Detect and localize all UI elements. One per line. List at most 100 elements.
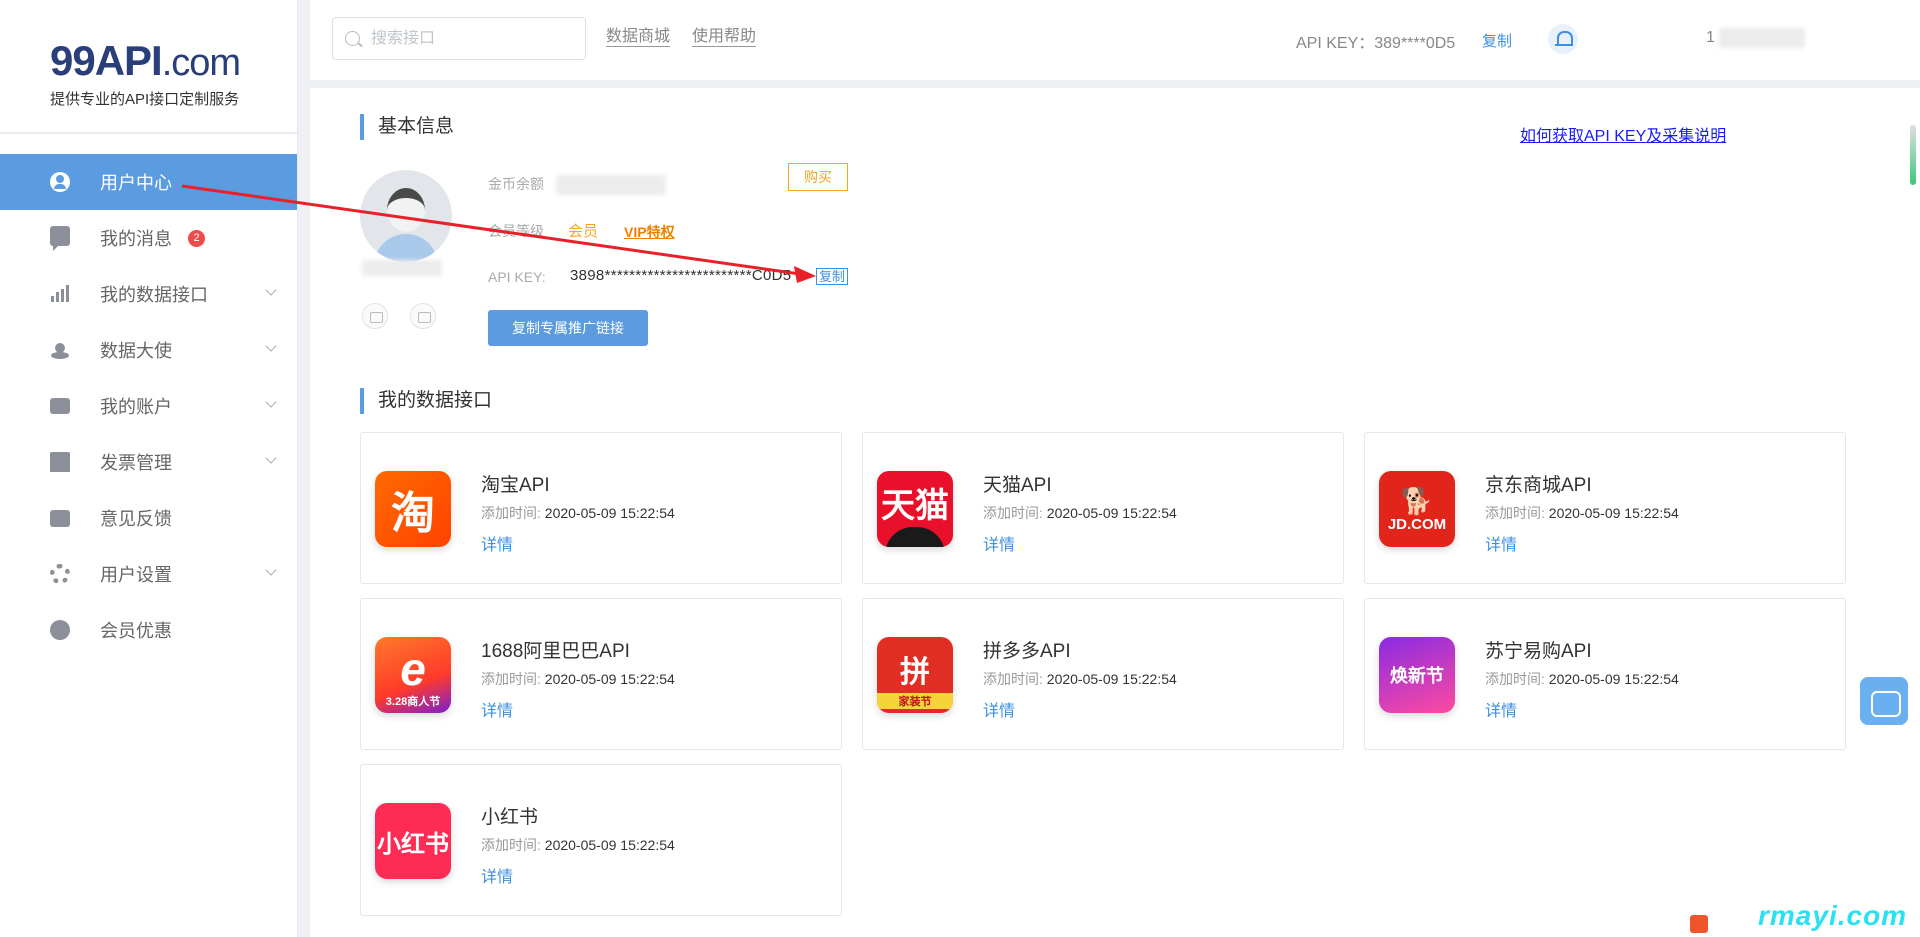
api-name: 拼多多API xyxy=(983,641,1071,662)
sidebar-item-label: 我的消息 xyxy=(100,229,172,249)
sidebar-item-invoice[interactable]: 发票管理 xyxy=(0,434,297,490)
people-icon xyxy=(50,340,70,360)
sidebar-item-label: 我的数据接口 xyxy=(100,285,208,305)
sidebar-item-label: 数据大使 xyxy=(100,341,172,361)
api-detail-link[interactable]: 详情 xyxy=(983,531,1015,555)
sidebar-item-label: 意见反馈 xyxy=(100,509,172,529)
section-title-basic-info: 基本信息 xyxy=(360,114,454,140)
chart-icon xyxy=(50,284,70,304)
apikey-copy-button[interactable]: 复制 xyxy=(816,268,849,285)
sidebar-item-ambassador[interactable]: 数据大使 xyxy=(0,322,297,378)
sidebar-item-label: 用户中心 xyxy=(100,173,172,193)
api-card-xiaohongshu: 小红书 小红书 添加时间: 2020-05-09 15:22:54 详情 xyxy=(360,764,842,916)
top-bar: 数据商城 使用帮助 API KEY：389****0D5 复制 1 xyxy=(310,0,1920,80)
feedback-icon xyxy=(50,509,70,527)
search-icon xyxy=(345,31,360,46)
sidebar-item-data-apis[interactable]: 我的数据接口 xyxy=(0,266,297,322)
sidebar-item-label: 会员优惠 xyxy=(100,621,172,641)
api-added-time: 添加时间: 2020-05-09 15:22:54 xyxy=(983,671,1177,687)
section-title-my-apis: 我的数据接口 xyxy=(360,388,492,414)
api-detail-link[interactable]: 详情 xyxy=(1485,697,1517,721)
avatar[interactable] xyxy=(360,170,452,262)
sidebar-item-label: 我的账户 xyxy=(100,397,172,417)
api-added-time: 添加时间: 2020-05-09 15:22:54 xyxy=(481,837,675,853)
sidebar: 99API.com 提供专业的API接口定制服务 用户中心 我的消息 2 我的数… xyxy=(0,0,298,937)
api-detail-link[interactable]: 详情 xyxy=(983,697,1015,721)
invoice-icon xyxy=(50,452,70,472)
buy-button[interactable]: 购买 xyxy=(788,163,848,191)
watermark: rmayi.com xyxy=(1758,900,1908,931)
api-name: 苏宁易购API xyxy=(1485,641,1592,662)
api-card-jd: 🐕 JD.COM 京东商城API 添加时间: 2020-05-09 15:22:5… xyxy=(1364,432,1846,584)
jd-logo: 🐕 JD.COM xyxy=(1379,471,1455,547)
api-detail-link[interactable]: 详情 xyxy=(481,863,513,887)
api-name: 天猫API xyxy=(983,475,1052,496)
api-detail-link[interactable]: 详情 xyxy=(481,697,513,721)
help-link-apikey[interactable]: 如何获取API KEY及采集说明 xyxy=(1520,122,1726,146)
api-detail-link[interactable]: 详情 xyxy=(481,531,513,555)
chevron-down-icon xyxy=(265,284,277,296)
api-name: 1688阿里巴巴API xyxy=(481,641,630,662)
api-card-1688: e 3.28商人节 1688阿里巴巴API 添加时间: 2020-05-09 15… xyxy=(360,598,842,750)
api-card-suning: 焕新节 苏宁易购API 添加时间: 2020-05-09 15:22:54 详情 xyxy=(1364,598,1846,750)
id-card-icon[interactable] xyxy=(362,303,388,329)
sidebar-item-user-center[interactable]: 用户中心 xyxy=(0,154,297,210)
api-card-tmall: 天猫 天猫API 添加时间: 2020-05-09 15:22:54 详情 xyxy=(862,432,1344,584)
member-level-value: 会员 xyxy=(568,223,599,240)
api-detail-link[interactable]: 详情 xyxy=(1485,531,1517,555)
watermark-icon xyxy=(1690,915,1708,933)
api-added-time: 添加时间: 2020-05-09 15:22:54 xyxy=(481,505,675,521)
logo-subtitle: 提供专业的API接口定制服务 xyxy=(50,91,240,108)
scrollbar[interactable] xyxy=(1910,125,1916,185)
sidebar-item-settings[interactable]: 用户设置 xyxy=(0,546,297,602)
coin-label: 金币余额 xyxy=(488,174,666,196)
message-badge: 2 xyxy=(188,229,205,247)
wallet-icon xyxy=(50,398,70,414)
taobao-logo: 淘 xyxy=(375,471,451,547)
link-data-mall[interactable]: 数据商城 xyxy=(606,28,671,47)
sidebar-item-member-benefits[interactable]: 会员优惠 xyxy=(0,602,297,658)
sidebar-item-label: 发票管理 xyxy=(100,453,172,473)
suning-logo: 焕新节 xyxy=(1379,637,1455,713)
xiaohongshu-logo: 小红书 xyxy=(375,803,451,879)
message-icon xyxy=(50,226,70,251)
chevron-down-icon xyxy=(265,564,277,576)
vip-link[interactable]: VIP特权 xyxy=(624,222,675,242)
apikey-value: 3898************************C0D5 xyxy=(570,267,792,284)
api-card-taobao: 淘 淘宝API 添加时间: 2020-05-09 15:22:54 详情 xyxy=(360,432,842,584)
search-input[interactable] xyxy=(371,18,581,59)
logo-title: 99API.com xyxy=(50,37,241,85)
copy-promo-link-button[interactable]: 复制专属推广链接 xyxy=(488,310,648,346)
sidebar-item-feedback[interactable]: 意见反馈 xyxy=(0,490,297,546)
top-apikey: API KEY：389****0D5 xyxy=(1296,35,1456,52)
bell-icon[interactable] xyxy=(1548,24,1578,54)
api-name: 京东商城API xyxy=(1485,475,1592,496)
api-card-pinduoduo: 拼家装节 拼多多API 添加时间: 2020-05-09 15:22:54 详情 xyxy=(862,598,1344,750)
pinduoduo-logo: 拼家装节 xyxy=(877,637,953,713)
sidebar-item-account[interactable]: 我的账户 xyxy=(0,378,297,434)
gear-icon xyxy=(50,564,70,584)
search-box[interactable] xyxy=(332,17,586,60)
username-blurred xyxy=(362,260,442,276)
api-added-time: 添加时间: 2020-05-09 15:22:54 xyxy=(1485,671,1679,687)
chevron-down-icon xyxy=(265,396,277,408)
username[interactable]: 1 xyxy=(1706,28,1805,48)
member-level-label: 会员等级 xyxy=(488,223,544,239)
chevron-down-icon xyxy=(265,340,277,352)
logo[interactable]: 99API.com 提供专业的API接口定制服务 xyxy=(0,0,297,134)
link-help[interactable]: 使用帮助 xyxy=(692,28,757,47)
apikey-label: API KEY: xyxy=(488,269,546,285)
sidebar-item-messages[interactable]: 我的消息 2 xyxy=(0,210,297,266)
robot-assistant-icon[interactable] xyxy=(1860,677,1908,725)
tmall-logo: 天猫 xyxy=(877,471,953,547)
top-copy-button[interactable]: 复制 xyxy=(1482,30,1512,51)
heart-icon xyxy=(50,620,70,640)
chevron-down-icon xyxy=(265,452,277,464)
api-added-time: 添加时间: 2020-05-09 15:22:54 xyxy=(1485,505,1679,521)
main-content: 基本信息 如何获取API KEY及采集说明 金币余额 购买 会员等级 会员 VI… xyxy=(310,88,1920,937)
alibaba-1688-logo: e 3.28商人节 xyxy=(375,637,451,713)
user-icon xyxy=(50,172,70,192)
api-added-time: 添加时间: 2020-05-09 15:22:54 xyxy=(481,671,675,687)
sidebar-menu: 用户中心 我的消息 2 我的数据接口 数据大使 我的账户 发票管理 意见反馈 用… xyxy=(0,134,297,658)
shield-icon[interactable] xyxy=(410,303,436,329)
